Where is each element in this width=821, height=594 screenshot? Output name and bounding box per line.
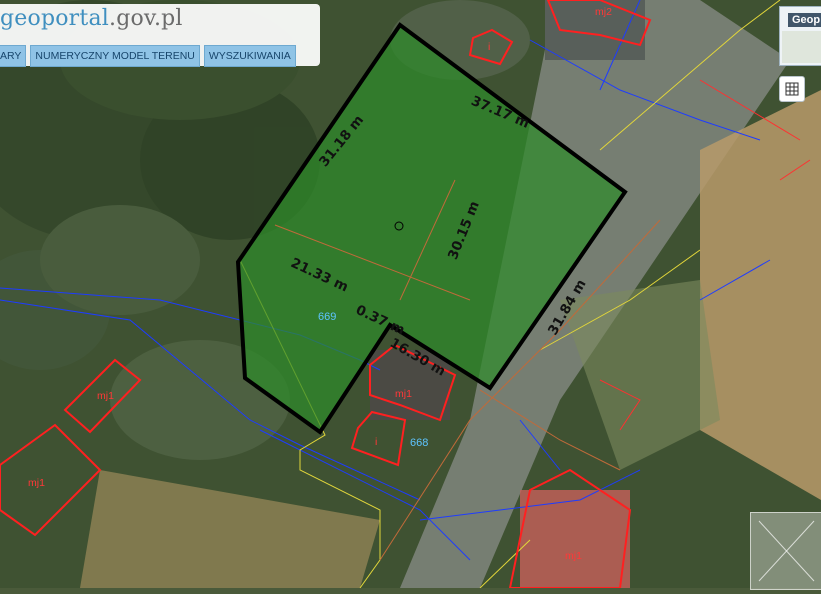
grid-button[interactable] xyxy=(779,76,805,102)
pan-zoom-control[interactable] xyxy=(750,512,821,590)
minimap-panel[interactable]: Geop xyxy=(779,6,821,66)
building-label: mj1 xyxy=(97,390,114,402)
tab-terrain-model[interactable]: NUMERYCZNY MODEL TERENU xyxy=(30,45,200,67)
building-label: mj1 xyxy=(28,477,45,489)
site-logo[interactable]: geoportal.gov.pl xyxy=(0,6,183,31)
building-label: i xyxy=(375,436,378,448)
building-label: i xyxy=(488,41,491,53)
logo-main: portal xyxy=(40,6,109,31)
minimap-thumbnail[interactable] xyxy=(782,31,821,63)
plot-number: 668 xyxy=(410,437,429,449)
rooftop xyxy=(520,490,630,588)
tab-search[interactable]: WYSZUKIWANIA xyxy=(203,45,296,67)
header-panel: geoportal.gov.pl ARY NUMERYCZNY MODEL TE… xyxy=(0,4,320,67)
field-area xyxy=(700,90,821,500)
building-label: mj1 xyxy=(565,550,582,562)
building-label: mj1 xyxy=(395,388,412,400)
minimap-title: Geop xyxy=(788,13,821,27)
plot-number: 669 xyxy=(318,311,337,323)
aerial-map[interactable] xyxy=(0,0,821,588)
logo-domain: .gov.pl xyxy=(109,6,183,31)
grid-icon xyxy=(785,82,799,96)
pan-zoom-icon xyxy=(758,520,815,582)
tab-ary[interactable]: ARY xyxy=(0,45,27,67)
menu-tabs: ARY NUMERYCZNY MODEL TERENU WYSZUKIWANIA xyxy=(0,45,296,67)
logo-prefix: geo xyxy=(0,6,41,31)
building-label: mj2 xyxy=(595,6,612,18)
